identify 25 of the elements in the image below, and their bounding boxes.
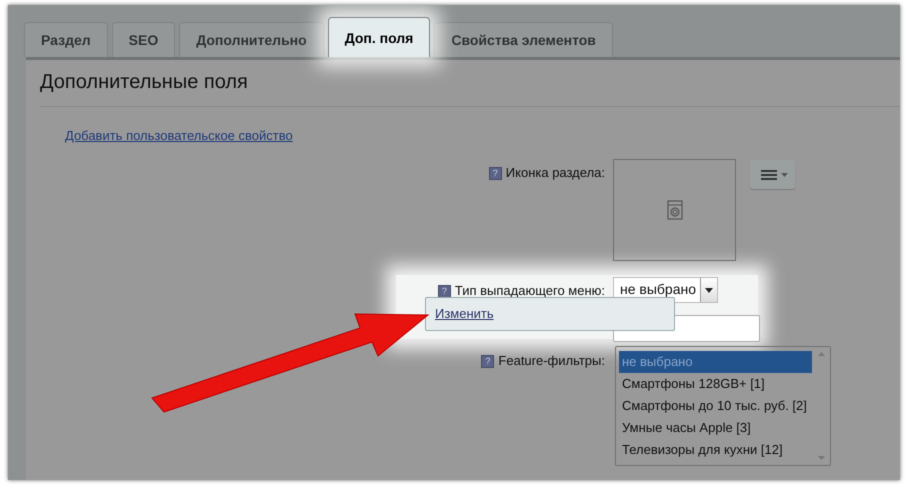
list-option[interactable]: не выбрано [619, 351, 812, 373]
list-option[interactable]: Смартфоны до 10 тыс. руб. [2] [619, 395, 812, 417]
scroll-up-icon[interactable] [818, 352, 824, 356]
tab[interactable]: Раздел [24, 22, 108, 57]
field-label: Тип выпадающего меню: [454, 283, 605, 298]
list-box[interactable]: не выбрано Смартфоны 128GB+ [1] Смартфоны до 10 тыс. руб. [2] Умные часы Apple [3] Телевизоры для кухни [12] [615, 346, 831, 466]
washing-machine-icon [666, 200, 682, 220]
list-option[interactable]: Умные часы Apple [3] [619, 417, 812, 439]
help-icon[interactable]: ? [481, 355, 494, 368]
field-label: Иконка раздела: [506, 165, 605, 180]
tab[interactable]: Доп. поля [328, 17, 430, 57]
section-title: Дополнительные поля [39, 70, 249, 95]
menu-item[interactable]: Изменить [435, 306, 494, 321]
scroll-down-icon[interactable] [818, 456, 824, 460]
field-label: Feature-фильтры: [498, 353, 605, 368]
list-option[interactable]: Телевизоры для кухни [12] [619, 439, 812, 461]
list-option[interactable]: Смартфоны 128GB+ [1] [619, 373, 812, 395]
menu-button[interactable] [750, 160, 795, 189]
tab[interactable]: Свойства элементов [434, 22, 613, 57]
help-icon[interactable]: ? [488, 167, 502, 180]
tab[interactable]: SEO [112, 22, 176, 57]
caret-icon [705, 288, 713, 292]
tab[interactable]: Дополнительно [179, 22, 324, 57]
menu-icon [760, 168, 790, 180]
add-property-link[interactable]: Добавить пользовательское свойство [65, 128, 293, 143]
